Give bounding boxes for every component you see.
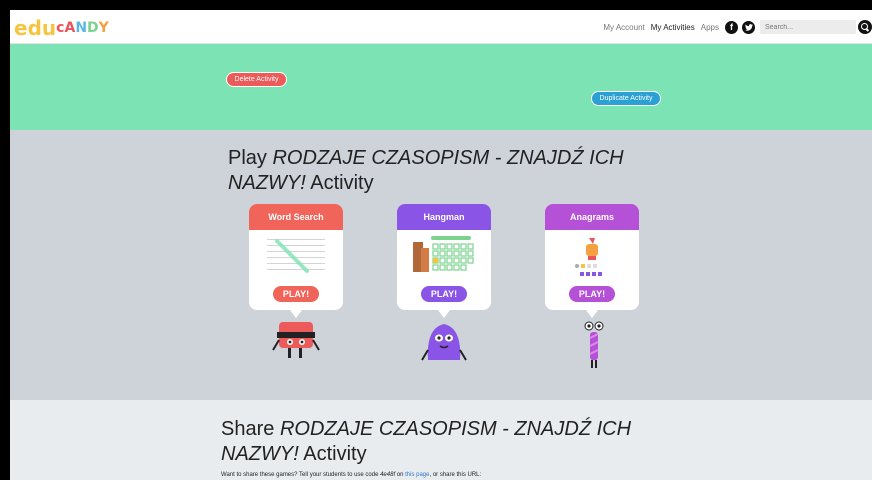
share-code: 4e48f <box>380 472 396 478</box>
hangman-card[interactable]: Hangman PLAY! <box>397 204 491 318</box>
word-search-preview <box>265 237 327 277</box>
activity-actions-band: Delete Activity Duplicate Activity <box>10 44 872 130</box>
this-page-link[interactable]: this page <box>405 472 429 478</box>
card-title-word-search: Word Search <box>249 204 343 230</box>
duplicate-activity-button[interactable]: Duplicate Activity <box>591 91 661 106</box>
anagrams-preview <box>575 238 602 276</box>
card-title-anagrams: Anagrams <box>545 204 639 230</box>
hangman-play-button[interactable]: PLAY! <box>421 286 467 302</box>
card-title-hangman: Hangman <box>397 204 491 230</box>
anagrams-card[interactable]: Anagrams PLAY! <box>545 204 639 318</box>
logo-letter: c <box>56 20 65 36</box>
anagrams-character-icon <box>584 321 604 368</box>
search-icon[interactable] <box>858 20 872 34</box>
word-search-play-button[interactable]: PLAY! <box>273 286 319 302</box>
site-header: educANDY My Account My Activities Apps f <box>10 10 872 44</box>
share-title: Share RODZAJE CZASOPISM - ZNAJDŹ ICH NAZ… <box>221 418 632 465</box>
nav-apps[interactable]: Apps <box>701 23 719 32</box>
hangman-character-icon <box>421 324 467 361</box>
facebook-icon[interactable]: f <box>725 20 738 34</box>
logo-letter: N <box>75 20 88 36</box>
logo-letter: D <box>87 20 99 36</box>
hangman-preview <box>413 236 474 272</box>
educandy-logo[interactable]: educANDY <box>14 16 109 38</box>
nav-my-account[interactable]: My Account <box>603 23 644 32</box>
play-section: Play RODZAJE CZASOPISM - ZNAJDŹ ICH NAZW… <box>10 130 872 400</box>
logo-letter: A <box>64 20 76 36</box>
logo-letter: Y <box>98 20 109 36</box>
top-nav: My Account My Activities Apps f <box>603 10 872 44</box>
logo-letter: u <box>41 16 57 40</box>
twitter-icon[interactable] <box>742 20 755 34</box>
card-tail <box>586 310 598 318</box>
word-search-card[interactable]: Word Search PLAY! <box>249 204 343 318</box>
card-tail <box>290 310 302 318</box>
logo-letter: e <box>14 16 28 40</box>
nav-my-activities[interactable]: My Activities <box>651 23 695 32</box>
logo-letter: d <box>27 16 42 40</box>
share-section: Share RODZAJE CZASOPISM - ZNAJDŹ ICH NAZ… <box>10 400 872 480</box>
anagrams-play-button[interactable]: PLAY! <box>569 286 615 302</box>
play-title: Play RODZAJE CZASOPISM - ZNAJDŹ ICH NAZW… <box>228 147 624 194</box>
delete-activity-button[interactable]: Delete Activity <box>226 72 287 87</box>
browser-frame: educANDY My Account My Activities Apps f… <box>10 10 872 480</box>
share-instructions: Want to share these games? Tell your stu… <box>221 472 482 478</box>
word-search-character-icon <box>272 322 320 358</box>
search-input[interactable] <box>760 20 856 34</box>
